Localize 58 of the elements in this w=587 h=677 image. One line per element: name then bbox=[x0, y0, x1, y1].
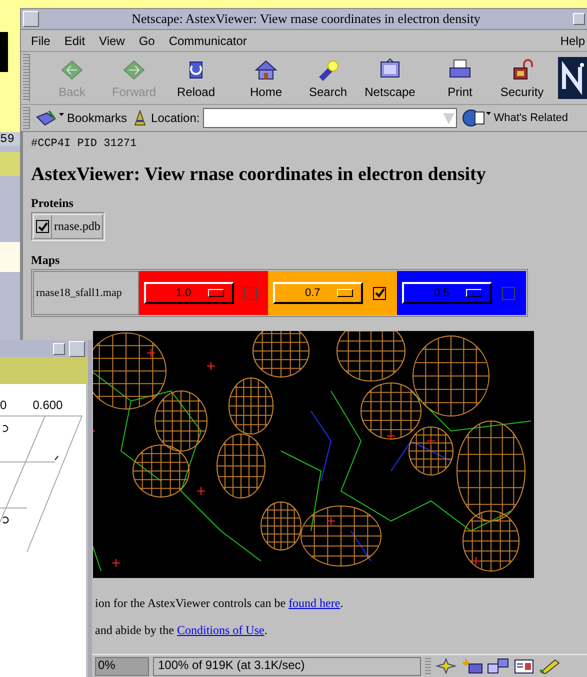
status-message: 100% of 919K (at 3.1K/sec) bbox=[153, 656, 421, 676]
page-heading: AstexViewer: View rnase coordinates in electron density bbox=[31, 164, 486, 186]
contour-level-menu[interactable]: 1.0 bbox=[144, 282, 234, 304]
pid-text: #CCP4I PID 31271 bbox=[31, 138, 137, 150]
input-field[interactable] bbox=[0, 242, 20, 272]
reload-button[interactable]: Reload bbox=[166, 54, 226, 102]
minimize-button[interactable] bbox=[53, 342, 65, 354]
window-text: 59 bbox=[0, 132, 20, 146]
sparkle-icon[interactable] bbox=[435, 658, 457, 674]
toolbar-grip[interactable] bbox=[23, 54, 30, 102]
section-heading: Maps bbox=[31, 253, 60, 268]
window-menu-button[interactable] bbox=[23, 11, 39, 27]
link[interactable]: found here bbox=[288, 596, 340, 610]
progress-text: 0% bbox=[95, 656, 149, 676]
pen-icon[interactable] bbox=[539, 658, 561, 674]
link[interactable]: Conditions of Use bbox=[176, 623, 264, 637]
bookmarks-icon bbox=[35, 109, 65, 127]
toolbar-strip bbox=[0, 152, 20, 176]
home-icon bbox=[252, 58, 280, 82]
globe-icon bbox=[462, 108, 492, 128]
checkbox[interactable] bbox=[502, 286, 515, 300]
electron-density-drawing[interactable] bbox=[93, 331, 534, 578]
logo-icon[interactable] bbox=[558, 57, 587, 99]
section-heading: Proteins bbox=[31, 196, 74, 211]
protein-name: rnase.pdb bbox=[53, 218, 102, 235]
location-icon bbox=[132, 109, 148, 127]
window-title: Netscape: AstexViewer: View rnase coordinates in electron density bbox=[130, 11, 482, 27]
checkbox[interactable] bbox=[373, 286, 386, 300]
location-field[interactable] bbox=[202, 108, 457, 128]
checkbox[interactable] bbox=[244, 286, 257, 300]
minimize-button[interactable] bbox=[573, 13, 585, 25]
security-button[interactable]: Security bbox=[492, 54, 552, 102]
address-card-icon[interactable] bbox=[513, 658, 535, 674]
maximize-button[interactable] bbox=[69, 340, 85, 356]
menu-item[interactable]: Edit bbox=[64, 34, 86, 48]
menu-item[interactable]: Help bbox=[560, 34, 585, 48]
menu-item[interactable]: View bbox=[99, 34, 125, 48]
checkbox[interactable] bbox=[36, 220, 49, 233]
location-label: Location: bbox=[151, 111, 200, 125]
axis-label: 0 bbox=[0, 398, 7, 412]
search-button[interactable]: Search bbox=[298, 54, 358, 102]
contour-level-menu[interactable]: 0.7 bbox=[273, 282, 363, 304]
map-file-name: rnase18_sfall1.map bbox=[33, 271, 139, 315]
print-button[interactable]: Print bbox=[430, 54, 490, 102]
menu-item[interactable]: File bbox=[31, 34, 50, 48]
menu-item[interactable]: Go bbox=[138, 34, 155, 48]
info-text: and abide by the Conditions of Use. bbox=[95, 623, 268, 638]
toolbar-grip[interactable] bbox=[23, 107, 30, 129]
netscape-button[interactable]: Netscape bbox=[360, 54, 420, 102]
menu-item[interactable]: Communicator bbox=[168, 34, 247, 48]
axis-label: 0.600 bbox=[32, 398, 63, 412]
window-edge bbox=[0, 32, 8, 72]
info-text: ion for the AstexViewer controls can be found here. bbox=[95, 596, 344, 611]
whats-related-button[interactable]: What's Related bbox=[460, 108, 570, 128]
home-button[interactable]: Home bbox=[236, 54, 296, 102]
bookmarks-button[interactable]: Bookmarks bbox=[33, 109, 130, 127]
inbox-icon[interactable] bbox=[461, 658, 483, 674]
chat-icon[interactable] bbox=[487, 658, 509, 674]
